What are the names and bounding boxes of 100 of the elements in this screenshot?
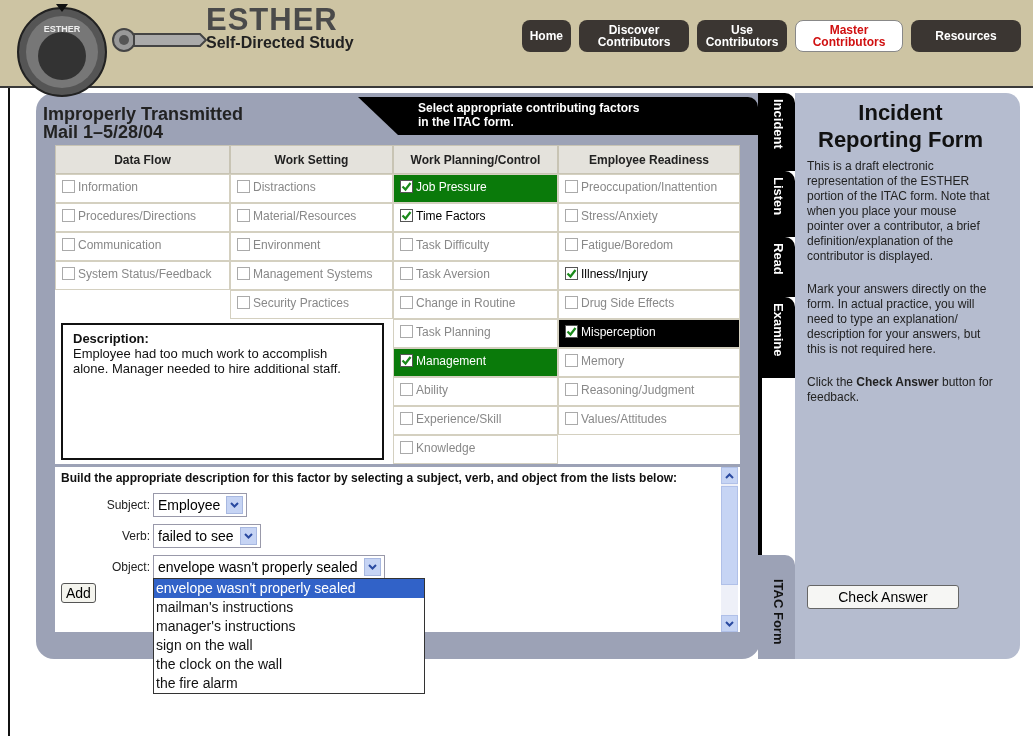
column-header: Work Planning/Control: [393, 145, 558, 174]
add-button[interactable]: Add: [61, 583, 96, 603]
checkbox[interactable]: [237, 209, 250, 222]
factor-label: Time Factors: [416, 209, 486, 223]
dropdown-field[interactable]: failed to see: [153, 524, 261, 548]
checkbox[interactable]: [400, 325, 413, 338]
factor-cell[interactable]: Preoccupation/Inattention: [558, 174, 740, 203]
field-label: Object:: [111, 560, 150, 574]
side-tab[interactable]: ITAC Form: [758, 555, 795, 659]
checkbox[interactable]: [565, 325, 578, 338]
side-tab[interactable]: Read: [758, 237, 795, 297]
nav-button[interactable]: Master Contributors: [795, 20, 903, 52]
factor-cell[interactable]: Illness/Injury: [558, 261, 740, 290]
checkbox[interactable]: [400, 238, 413, 251]
factor-cell[interactable]: Procedures/Directions: [55, 203, 230, 232]
side-tab[interactable]: Listen: [758, 170, 795, 238]
factor-cell[interactable]: Material/Resources: [230, 203, 393, 232]
factor-cell[interactable]: System Status/Feedback: [55, 261, 230, 290]
checkbox[interactable]: [237, 267, 250, 280]
checkbox[interactable]: [565, 209, 578, 222]
factor-cell[interactable]: Task Planning: [393, 319, 558, 348]
factor-cell[interactable]: Ability: [393, 377, 558, 406]
factor-cell[interactable]: Drug Side Effects: [558, 290, 740, 319]
info-paragraph: Click the Check Answer button for feedback.: [807, 375, 994, 405]
factor-label: Task Aversion: [416, 267, 490, 281]
checkbox[interactable]: [62, 180, 75, 193]
checkbox[interactable]: [62, 209, 75, 222]
nav-button[interactable]: Use Contributors: [697, 20, 787, 52]
scroll-down-icon[interactable]: [725, 620, 734, 627]
checkbox[interactable]: [565, 383, 578, 396]
factor-cell[interactable]: Communication: [55, 232, 230, 261]
description-text: Employee had too much work to accomplish alone. Manager needed to hire additional staff.: [73, 346, 342, 376]
checkbox[interactable]: [565, 238, 578, 251]
factor-cell[interactable]: Task Aversion: [393, 261, 558, 290]
dropdown-option[interactable]: sign on the wall: [154, 636, 424, 655]
checkbox[interactable]: [400, 267, 413, 280]
factor-label: Security Practices: [253, 296, 350, 310]
scrollbar[interactable]: [721, 467, 738, 632]
checkbox[interactable]: [62, 267, 75, 280]
dropdown-field[interactable]: Employee: [153, 493, 248, 517]
factor-cell[interactable]: Time Factors: [393, 203, 558, 232]
caret-icon: [239, 527, 257, 545]
factor-cell[interactable]: Knowledge: [393, 435, 558, 464]
info-title: Incident Reporting Form: [817, 99, 984, 153]
dropdown-option[interactable]: manager's instructions: [154, 617, 424, 636]
dropdown-option[interactable]: the clock on the wall: [154, 655, 424, 674]
factor-cell[interactable]: Values/Attitudes: [558, 406, 740, 435]
nav-button[interactable]: Home: [521, 20, 571, 52]
checkbox[interactable]: [565, 267, 578, 280]
factor-label: Procedures/Directions: [78, 209, 197, 223]
checkbox[interactable]: [400, 383, 413, 396]
checkbox[interactable]: [400, 180, 413, 193]
nav-button[interactable]: Resources: [911, 20, 1021, 52]
factor-label: Change in Routine: [416, 296, 516, 310]
factor-cell[interactable]: Security Practices: [230, 290, 393, 319]
checkbox[interactable]: [565, 296, 578, 309]
factor-label: Misperception: [581, 325, 656, 339]
column-header: Employee Readiness: [558, 145, 740, 174]
factor-cell[interactable]: Distractions: [230, 174, 393, 203]
dropdown-option[interactable]: envelope wasn't properly sealed: [154, 579, 424, 598]
checkbox[interactable]: [400, 354, 413, 367]
factor-cell[interactable]: Job Pressure: [393, 174, 558, 203]
checkbox[interactable]: [237, 180, 250, 193]
column-header: Data Flow: [55, 145, 230, 174]
field-label: Subject:: [105, 498, 150, 512]
checkbox[interactable]: [400, 412, 413, 425]
side-tab[interactable]: Examine: [758, 296, 795, 379]
checkbox[interactable]: [400, 296, 413, 309]
checkbox[interactable]: [62, 238, 75, 251]
nav-button[interactable]: Discover Contributors: [579, 20, 689, 52]
scroll-up-icon[interactable]: [725, 472, 734, 479]
checkbox[interactable]: [565, 412, 578, 425]
factor-cell[interactable]: Experience/Skill: [393, 406, 558, 435]
description-heading: Description:: [73, 331, 150, 346]
checkbox[interactable]: [400, 209, 413, 222]
check-answer-button[interactable]: Check Answer: [807, 585, 959, 609]
factor-cell[interactable]: Management: [393, 348, 558, 377]
factor-cell[interactable]: Memory: [558, 348, 740, 377]
dropdown-option[interactable]: mailman's instructions: [154, 598, 424, 617]
exercise-title: Improperly Transmitted Mail 1–5/28/04: [43, 103, 245, 141]
factor-cell[interactable]: Change in Routine: [393, 290, 558, 319]
checkbox[interactable]: [565, 354, 578, 367]
factor-cell[interactable]: Task Difficulty: [393, 232, 558, 261]
checkbox[interactable]: [565, 180, 578, 193]
side-tab[interactable]: Incident: [758, 93, 795, 171]
checkbox[interactable]: [237, 238, 250, 251]
factor-cell[interactable]: Management Systems: [230, 261, 393, 290]
factor-cell[interactable]: Misperception: [558, 319, 740, 348]
checkbox[interactable]: [237, 296, 250, 309]
dropdown-option[interactable]: the fire alarm: [154, 674, 424, 693]
factor-cell[interactable]: Fatigue/Boredom: [558, 232, 740, 261]
dial-label: ESTHER: [43, 24, 81, 34]
app-title: ESTHER: [206, 4, 338, 35]
checkbox[interactable]: [400, 441, 413, 454]
factor-cell[interactable]: Reasoning/Judgment: [558, 377, 740, 406]
dropdown-field[interactable]: envelope wasn't properly sealed: [153, 555, 385, 579]
factor-cell[interactable]: Stress/Anxiety: [558, 203, 740, 232]
field-label: Verb:: [120, 529, 150, 543]
factor-cell[interactable]: Environment: [230, 232, 393, 261]
factor-cell[interactable]: Information: [55, 174, 230, 203]
